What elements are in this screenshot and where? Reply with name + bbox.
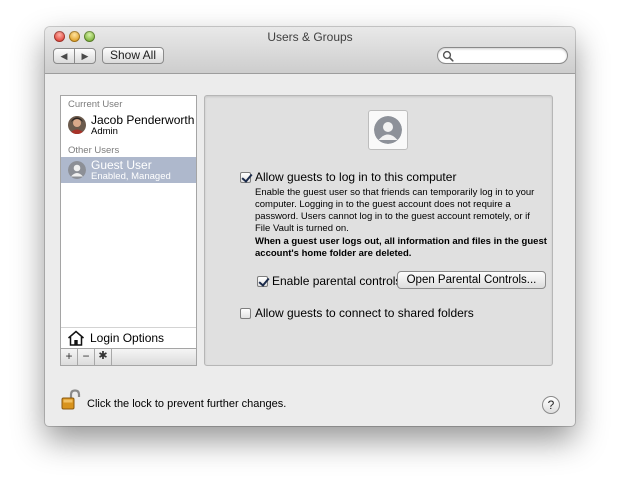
- allow-guests-checkbox[interactable]: [240, 172, 251, 183]
- open-parental-controls-button[interactable]: Open Parental Controls...: [397, 271, 546, 289]
- help-button[interactable]: ?: [542, 396, 560, 414]
- other-users-header: Other Users: [68, 145, 120, 156]
- search-input[interactable]: [455, 49, 560, 61]
- guest-description: Enable the guest user so that friends ca…: [255, 187, 535, 234]
- guest-user-icon: [374, 116, 402, 144]
- back-button[interactable]: ◀: [54, 49, 75, 63]
- shared-folders-checkbox[interactable]: [240, 308, 251, 319]
- user-item-guest[interactable]: Guest User Enabled, Managed: [61, 157, 196, 183]
- gear-icon[interactable]: ✱: [95, 349, 112, 365]
- avatar: [68, 116, 86, 134]
- house-icon: [68, 330, 84, 346]
- forward-arrow-icon: ▶: [81, 50, 89, 61]
- title-bar: Users & Groups ◀ ▶ Show All: [45, 27, 575, 74]
- unlocked-padlock-icon[interactable]: [60, 389, 82, 411]
- user-name: Guest User: [91, 158, 152, 172]
- guest-picture[interactable]: [368, 110, 408, 150]
- search-field[interactable]: [437, 47, 568, 64]
- window-title: Users & Groups: [267, 30, 353, 44]
- remove-user-button[interactable]: −: [78, 349, 95, 365]
- add-user-button[interactable]: +: [61, 349, 78, 365]
- login-options-item[interactable]: Login Options: [61, 327, 196, 348]
- user-list-toolbar: + − ✱: [61, 348, 196, 365]
- parental-controls-label: Enable parental controls: [272, 274, 402, 288]
- guest-avatar-icon: [68, 161, 86, 179]
- login-options-label: Login Options: [90, 331, 165, 345]
- search-icon: [442, 50, 454, 62]
- user-item-jacob[interactable]: Jacob Penderworth Admin: [61, 112, 196, 138]
- back-arrow-icon: ◀: [60, 50, 68, 61]
- guest-warning: When a guest user logs out, all informat…: [255, 236, 547, 259]
- current-user-header: Current User: [68, 99, 123, 110]
- shared-folders-label: Allow guests to connect to shared folder…: [255, 306, 474, 320]
- parental-controls-checkbox[interactable]: [257, 276, 268, 287]
- show-all-button[interactable]: Show All: [102, 47, 164, 64]
- user-role: Admin: [91, 126, 118, 137]
- user-name: Jacob Penderworth: [91, 113, 195, 127]
- back-forward-control: ◀ ▶: [53, 48, 96, 64]
- forward-button[interactable]: ▶: [75, 49, 95, 63]
- user-status: Enabled, Managed: [91, 171, 171, 182]
- user-list: Current User Jacob Penderworth Admin Oth…: [60, 95, 197, 366]
- allow-guests-label: Allow guests to log in to this computer: [255, 170, 457, 184]
- lock-message: Click the lock to prevent further change…: [87, 398, 287, 410]
- guest-settings-pane: Allow guests to log in to this computer …: [204, 95, 553, 366]
- users-groups-window: Users & Groups ◀ ▶ Show All Current User: [45, 27, 575, 426]
